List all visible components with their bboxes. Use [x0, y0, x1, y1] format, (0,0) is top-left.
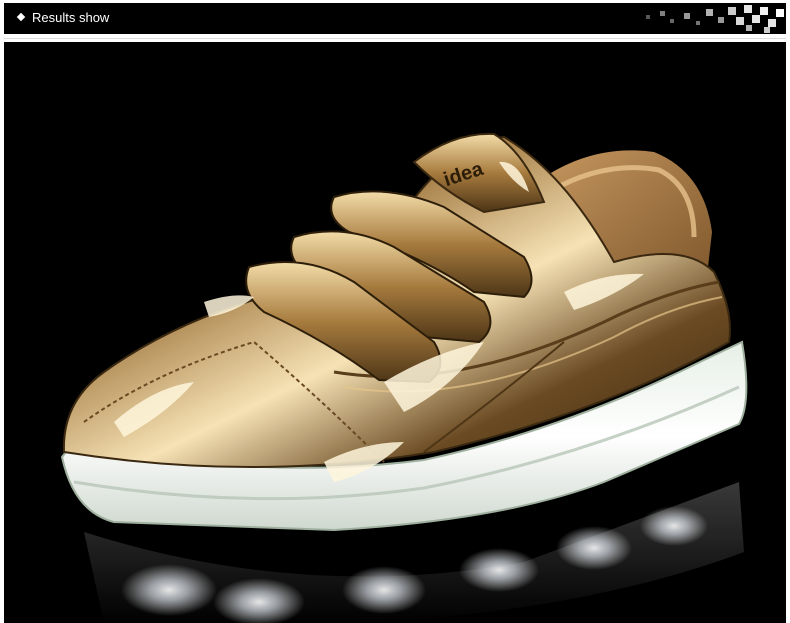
header-bar: Results show — [4, 3, 786, 34]
product-photo: idea — [4, 42, 786, 623]
header-separator — [4, 38, 786, 39]
pixel-mosaic-decoration — [646, 5, 784, 33]
header-title: Results show — [32, 10, 110, 25]
sneaker-illustration: idea — [60, 132, 748, 623]
diamond-bullet-icon — [16, 12, 26, 22]
